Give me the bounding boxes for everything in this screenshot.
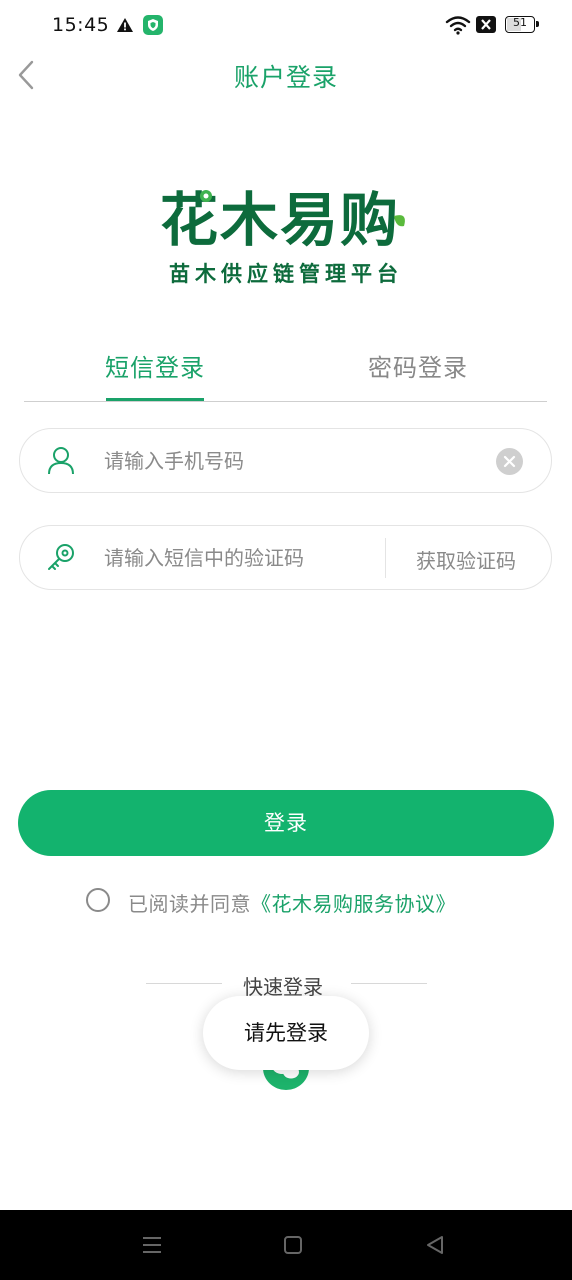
svg-text:花木易购: 花木易购 [160,186,400,250]
status-bar: 15:45 51 [0,0,572,52]
divider-right [351,983,427,984]
login-button[interactable]: 登录 [18,790,554,856]
phone-field [19,428,552,493]
brand-subtitle: 苗木供应链管理平台 [169,261,403,286]
agreement-link[interactable]: 《花木易购服务协议》 [251,892,456,916]
tab-sms-login[interactable]: 短信登录 [105,348,205,383]
code-field: 获取验证码 [19,525,552,590]
shield-app-icon [143,15,163,35]
sim-x-icon [476,16,496,33]
agreement-prefix: 已阅读并同意 [128,892,251,916]
status-time: 15:45 [52,14,110,36]
user-icon [48,447,74,475]
nav-back-icon[interactable] [424,1234,446,1256]
divider-left [146,983,222,984]
system-nav-bar [0,1210,572,1280]
agreement-checkbox[interactable] [86,888,110,912]
sms-code-input[interactable] [104,526,374,589]
menu-icon[interactable] [141,1234,163,1256]
field-separator [385,538,386,578]
page-title: 账户登录 [233,63,338,92]
key-icon [48,544,74,570]
toast-message: 请先登录 [203,996,369,1070]
warning-icon [117,18,133,32]
agreement-text: 已阅读并同意《花木易购服务协议》 [128,888,456,917]
home-icon[interactable] [284,1236,302,1254]
phone-input[interactable] [104,429,484,492]
tab-divider [24,401,547,402]
tab-password-login[interactable]: 密码登录 [368,348,468,383]
battery-level-text: 51 [513,16,527,29]
wifi-icon [445,16,471,35]
clear-icon[interactable] [496,448,523,475]
brand-logo: 花木易购 [160,186,405,250]
battery-icon: 51 [505,16,539,33]
get-code-button[interactable]: 获取验证码 [416,545,516,574]
